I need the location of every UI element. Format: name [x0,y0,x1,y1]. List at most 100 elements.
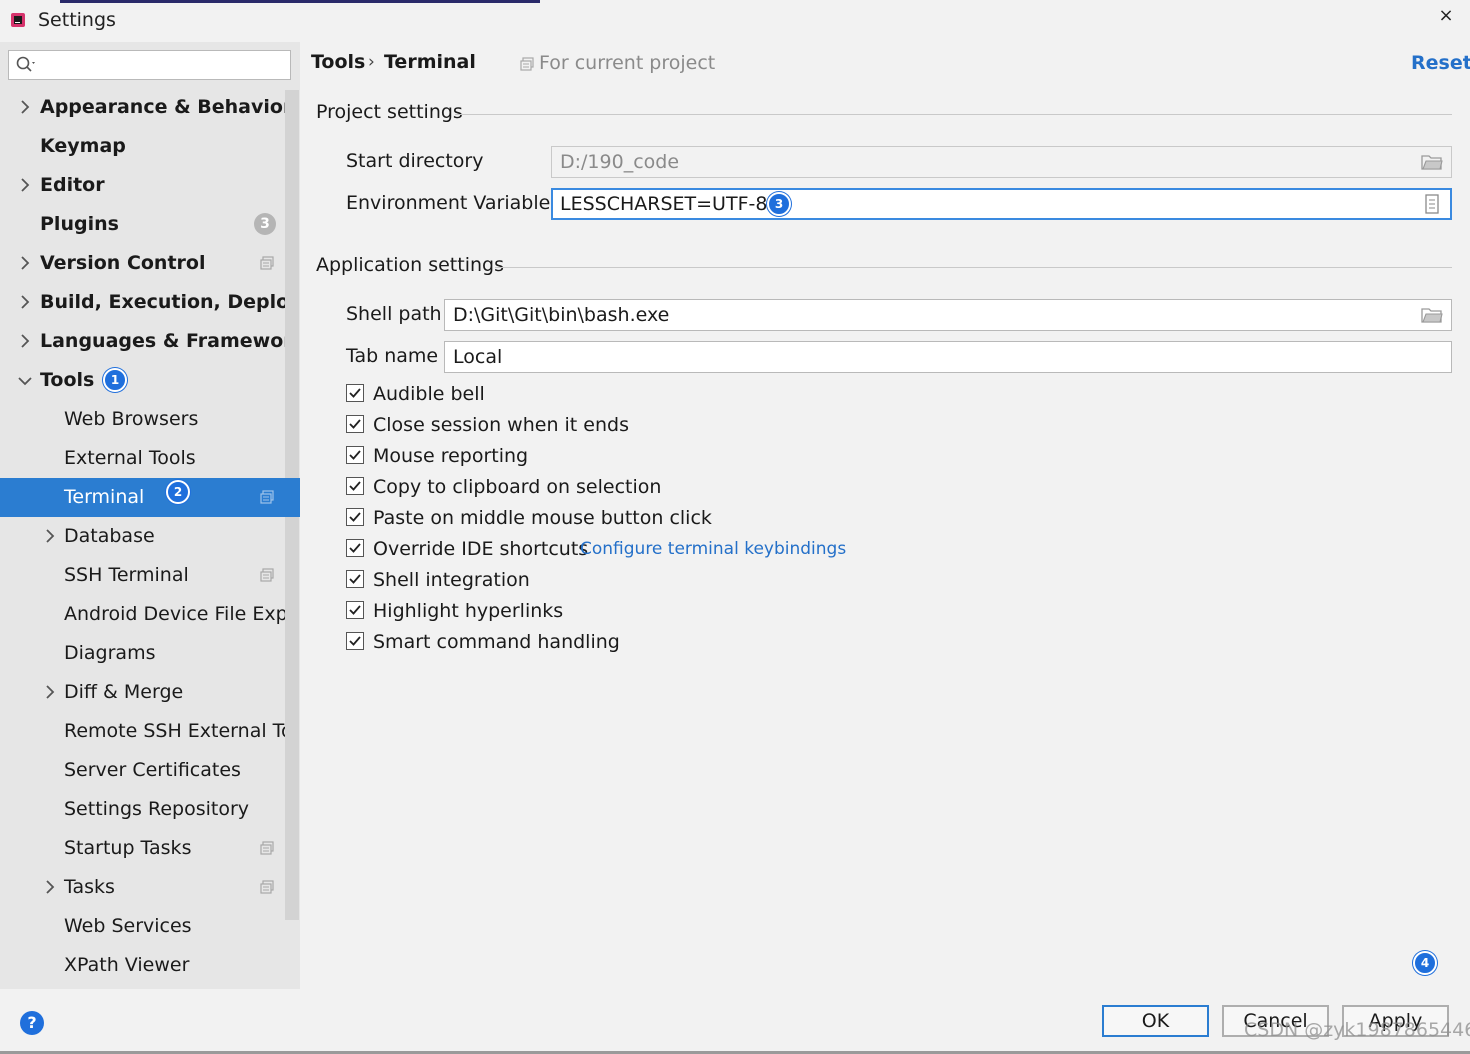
sidebar-item-editor[interactable]: Editor [0,166,285,205]
callout-marker: 4 [1413,951,1437,975]
checkbox-checked-icon[interactable] [346,601,364,619]
sidebar-item-database[interactable]: Database [0,517,285,556]
sidebar-item-languages-frameworks[interactable]: Languages & Frameworks [0,322,285,361]
checkbox-label: Override IDE shortcuts [373,538,589,560]
chevron-right-icon [46,529,55,543]
sidebar-item-label: Build, Execution, Deployment [40,291,285,313]
sidebar-item-version-control[interactable]: Version Control [0,244,285,283]
sidebar-item-build-execution-deployment[interactable]: Build, Execution, Deployment [0,283,285,322]
window-title: Settings [38,9,116,31]
tab-name-field[interactable]: Local [444,341,1452,373]
search-input[interactable] [8,50,291,80]
checkbox-checked-icon[interactable] [346,415,364,433]
sidebar-item-label: External Tools [64,447,196,469]
sidebar-item-diagrams[interactable]: Diagrams [0,634,285,673]
checkbox-checked-icon[interactable] [346,446,364,464]
title-bar [0,0,1470,42]
sidebar-item-label: Version Control [40,252,206,274]
checkbox-label: Shell integration [373,569,530,591]
start-directory-label: Start directory [346,150,484,172]
checkbox-checked-icon[interactable] [346,632,364,650]
sidebar-item-label: Startup Tasks [64,837,192,859]
checkbox-label: Smart command handling [373,631,620,653]
project-scope-icon [260,490,274,504]
sidebar-item-label: Android Device File Explorer [64,603,285,625]
sidebar-item-external-tools[interactable]: External Tools [0,439,285,478]
checkbox-checked-icon[interactable] [346,570,364,588]
edit-variables-icon[interactable] [1423,194,1441,214]
background-window-strip [60,0,540,3]
plugins-update-badge: 3 [254,213,276,235]
help-icon[interactable]: ? [20,1011,44,1035]
watermark: CSDN @zyk1987865446 [1244,1019,1470,1041]
sidebar-item-diff-merge[interactable]: Diff & Merge [0,673,285,712]
project-scope-icon [260,256,274,270]
sidebar-item-label: SSH Terminal [64,564,189,586]
environment-variables-label: Environment Variables [346,192,561,214]
sidebar-item-plugins[interactable]: Plugins 3 [0,205,285,244]
breadcrumb-terminal: Terminal [384,51,476,73]
sidebar-item-xpath-viewer[interactable]: XPath Viewer [0,946,285,985]
reset-link[interactable]: Reset [1411,52,1470,74]
chevron-right-icon [21,178,30,192]
ok-button[interactable]: OK [1102,1005,1209,1037]
sidebar-item-label: Server Certificates [64,759,241,781]
folder-browse-icon[interactable] [1421,306,1443,324]
sidebar-item-settings-repository[interactable]: Settings Repository [0,790,285,829]
chevron-right-icon [46,880,55,894]
project-scope-icon [520,57,534,71]
sidebar-item-tools[interactable]: Tools 1 [0,361,285,400]
tab-name-label: Tab name [346,345,439,367]
project-scope-icon [260,880,274,894]
sidebar-item-label: Diff & Merge [64,681,184,703]
sidebar-item-remote-ssh-external-tools[interactable]: Remote SSH External Tools [0,712,285,751]
sidebar-item-label: Web Services [64,915,192,937]
application-settings-title: Application settings [316,254,504,276]
sidebar-item-startup-tasks[interactable]: Startup Tasks [0,829,285,868]
section-divider [455,114,1452,115]
sidebar-item-label: Diagrams [64,642,156,664]
sidebar-item-ssh-terminal[interactable]: SSH Terminal [0,556,285,595]
sidebar-item-label: Appearance & Behavior [40,96,285,118]
sidebar-item-appearance-behavior[interactable]: Appearance & Behavior [0,88,285,127]
search-icon [16,56,35,72]
checkbox-checked-icon[interactable] [346,508,364,526]
shell-path-field[interactable]: D:\Git\Git\bin\bash.exe [444,299,1452,331]
start-directory-field[interactable]: D:/190_code [551,146,1452,178]
shell-path-label: Shell path [346,303,442,325]
close-icon[interactable]: × [1436,5,1456,26]
sidebar-item-web-services[interactable]: Web Services [0,907,285,946]
checkbox-checked-icon[interactable] [346,477,364,495]
checkbox-label: Highlight hyperlinks [373,600,564,622]
sidebar-item-label: Editor [40,174,105,196]
sidebar-item-android-device-file-explorer[interactable]: Android Device File Explorer [0,595,285,634]
sidebar-item-tasks[interactable]: Tasks [0,868,285,907]
chevron-right-icon [21,256,30,270]
sidebar-item-label: Remote SSH External Tools [64,720,285,742]
sidebar-item-label: Tasks [64,876,115,898]
sidebar-item-label: Keymap [40,135,126,157]
environment-variables-field[interactable]: LESSCHARSET=UTF-8 [551,188,1452,220]
sidebar-item-web-browsers[interactable]: Web Browsers [0,400,285,439]
folder-browse-icon[interactable] [1421,153,1443,171]
configure-keybindings-link[interactable]: Configure terminal keybindings [580,537,846,561]
breadcrumb-separator: › [368,52,375,72]
sidebar-item-label: XPath Viewer [64,954,190,976]
project-settings-title: Project settings [316,101,463,123]
project-scope-icon [260,568,274,582]
section-divider [495,267,1452,268]
checkbox-checked-icon[interactable] [346,384,364,402]
checkbox-label: Copy to clipboard on selection [373,476,662,498]
breadcrumb-tools[interactable]: Tools [311,51,365,73]
checkbox-checked-icon[interactable] [346,539,364,557]
sidebar-item-label: Settings Repository [64,798,249,820]
sidebar-item-terminal[interactable]: Terminal 2 [0,478,300,517]
sidebar-item-keymap[interactable]: Keymap [0,127,285,166]
chevron-right-icon [46,685,55,699]
sidebar-item-label: Database [64,525,155,547]
checkbox-label: Mouse reporting [373,445,529,467]
sidebar-item-label: Languages & Frameworks [40,330,285,352]
checkbox-label: Paste on middle mouse button click [373,507,712,529]
project-scope-icon [260,841,274,855]
sidebar-item-server-certificates[interactable]: Server Certificates [0,751,285,790]
